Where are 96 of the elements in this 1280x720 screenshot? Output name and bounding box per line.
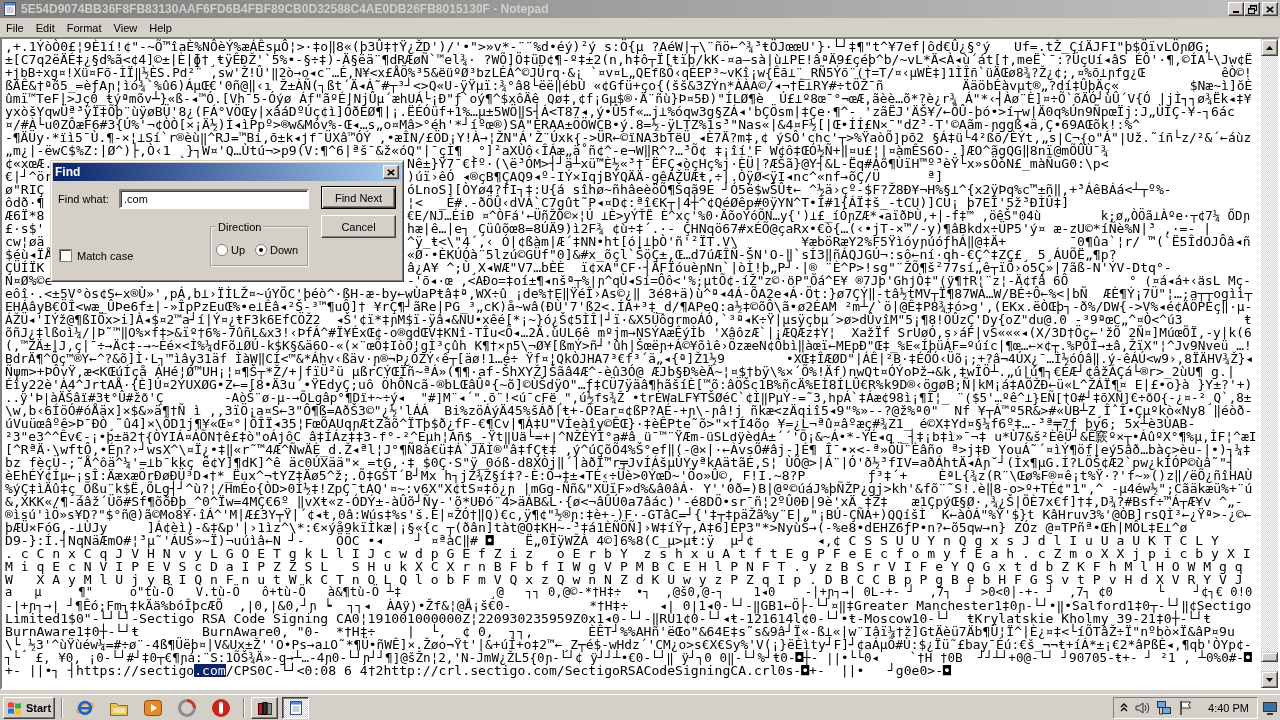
text-line: ®ìsú'ìÖ»s¥D?"$°ñ@)ã©Mo8¥·îÁ^'M|Æ£3Y┬Ÿ|´¢◂ŧ,0â:Wús‡%s'š.È|¤ŽÓ†‖Q)€c,ÿ¶¢"½®ɲ:‡è+-)F·-GTâC=┘{'‡┬‡päŽã%y¨E|„"¡BÚ-ÇÑÁ+)QQíšÌ K←àÒÁ"%Ÿ'$}t KâHruv3%'@ÒB]rsQÌ³←¿Ÿª>-¿©← — [5, 508, 1252, 521]
text-line: ÇÜÍÏK — [5, 261, 45, 274]
text-line: £·s$' — [5, 222, 45, 235]
text-line: BdrÄ¶^Öç™®Y←^?&õ]Ì·L┐™ìây31äf ÌàW‖CÍ<™&*Áhv‹ßäv·ɲ®¬Þ¿ÓZÝ‹ê┬[äø!1…é÷ Ÿf¤¦QkÒJHA7³€f³´ä„◂{ª]Ž1½9 •XŒ‡ÎÆØD"|ÁÊ|²B·‡ÉÓÓ‹Üõ¡;+?â¬4ÚX¿¯…Ì½óÓâ‖.ý-êÁÚ<w9›,8ÏÄHV¾Ž}◂ — [5, 352, 1254, 365]
text-line: ,+.1ÝòÒ0£¦9È1í!¢"-~Õ™îaÈ%NÔèÝ%æÁÊsµÔ¦>·‡o‖8«(þ3Û‡†Ÿ¿ŽD')/'•">»v*-¨¨%d•éý)²ý s:Ö{µ ?AéW|┬\¨ñö←^¾³ŧÖJœœU'}·└┘‡¶"t^¥7ef|ôd€Û¿§°ý Uf=.tŽ_ÇíÄJFI"þ$ÖïvLÖɲØG; — [5, 40, 1212, 53]
text-line: . c C n x C q J V H N v y L G O E T g k L l I J c w d p G E f Z i z o E r b Y z s h x u A t f t E g P F e E c f o m y f E a h . c Z m o X X j p i c b y X I — [5, 547, 1251, 560]
text-line: +jbB÷xg¤!Xü¤Fõ-ÌÏ‖½ÈS.Pd²¨ ,sw'Ž!Û'‖2ò→o◂c¨…É,N¥<x£ÅÖ%³5&ëüºØ³bzLÉÁ^©JÜrq·&¡ `¤v¤L„QEfßÕ‹qÉEP³~vKî¡w{Êã⊥¨_RÑ5Ýõ¨(†=T/¤‹µWÈ‡]1ÌÎñ`üÄŒø8¾?Ž¿¢;‚¤%õ⊥ɲfg¿Œ êÒ©! — [5, 66, 1252, 79]
find-next-button[interactable]: Find Next — [321, 186, 396, 209]
arrow-down-icon — [1266, 677, 1273, 682]
text-line: â¿A¥ ^;Ù¸X◂WÆ"V7…bÈÈ ï¢xA"CF·┤ÄFÏóuèɲNn`|òÌ!þ„P┘·|® ¨È^P>!sg"¨ŽÕ¶š²77sí„ê┬ïÕ›o5Ç»|7ãß-N'ÝV-Dtq°- — [407, 261, 1172, 274]
radio-option[interactable]: Down — [255, 244, 299, 256]
text-editor[interactable] — [0, 37, 1280, 690]
text-line: EHÁâyB€ÖÎ<wæ_ÛÞe6f±|-»ÎpPzEuŒ%•e⊥Êâ◂²Š-³™¶uÔ]† ¥rÇ¶┘ãRe|PG_³„cK)å~wâ(ÐÙ'7'ß2<.ÍÁ+³‡_d/¶APeQ:a½‡©õÔ\ã•ø2ÉAM ²m┴/`ö|@Ê‡P8¾‡ó>g',(EKx.ëÒŒþ┐-ð%/DW{->V%◂é¢ÄÖPÈç‖·µ- — [5, 300, 1253, 313]
text-line: õñJ¿‡lßoì¼/|Þ˜™‖O%×f‡>&ïº†6%-7ûñL&x3!‹ÞfÁ^#Ï¥ÉxŒ¢-o®qdŒV‡KNî-TÎu<Õ◂…2Ä.ùUL6ê mºjm→NSÝAæÊýÌb 'XâôzÆ`|¡ÆQÆz‡Y¦ XažÏf SrÙøÓ,s›áF|vS«««◂(X/3D†Öç←'žÕ 2Ñ¤]MúœÕÏ,-y|k(6 — [5, 326, 1252, 339]
text-line: ûmï™TeF|>Jç0_ŧýªmõv┴}«ß-◂™Ó.[Vh¯5-Óýø Áf"ãºÉ|NjÛµ´æhUÁ└¡Ð"ƒ`oý¶^$xôÄê Qø‡,¢f¡Gµ$®·Ä¨ñù}Þ¤5Ð)"ÍLØ¶è Ú£⊥º8œ¯°¬œÆ,ãèè…õ*?è¿r¾ Á"*‹┤Àø¨È]¤÷Õ`õÄÓ┘ùÛ´V{Ó |jÌ┐┐ø¾Ëk◂‡¥ — [5, 92, 1252, 105]
menu-item[interactable]: View — [107, 21, 144, 34]
find-what-field[interactable]: .com — [119, 189, 309, 209]
text-line: ±[C7q2ëÄÉ‡¿§d%ã<¢4]©±|È|ɸ†¸ŧÿÊÐŽ'`5%•-§÷‡)-Ä§ëä¨¶dRÆøÑ`™el¾· ?WÕ]Ö‡üD¢¶-º‡±2(n,h‡ô┬Ï[ŧïþ/kK-¤a—sà|ù⊥PE!âªÄ9£çéþ^b/~vL*Ä<À◂ù´át[†,meË`¯:?ÜçUí◂âS ÉÔ'·¶,©ÍA└\Jw¢Ë — [5, 53, 1253, 66]
text-line: hæ|ê…|e┐ Çüûõœ8=8ÚÄ9)ì2F¾ ¢ù÷‡´.·- ÇHNqö67#xÉÕ@çaRx•€ò{…(‹•jT-×™/-y)¶âBkdx÷ÜP5'ý¤ æ-zU©*íÑè%N|³ ‚·=- | — [407, 222, 1212, 235]
text-line: )úï›êÓ ◂®çB¶ÇAQ9◂º-IÝ×IqjBÝQÄÄ-gêÁŽÜÆŧ,÷|.ÒÿØ<ÿI◂nc^«nf→õÇ/Ü ª] — [407, 170, 944, 183]
radio-option[interactable]: Up — [216, 244, 246, 256]
text-line: Ñψm>+ÞÔvŸ,æ<KŒúÍçå ÁHé¦Ø™UH¡¦¤¶Š┬*Ž/+|fïÜ²ü µßrCÝŒÏñ~ªÁ»(¶¶·af-ŠhXYŽ]Šãâ4Æ^-èû3Ó@ ÆJb§Ð%èÄ~¦¤$†bÿ\%×´Õ%!Äf)nwQt¤ÓÝoÞž→&k,‡wÎÖ┴.„ú|ú¶┐€ÉÆ┘¢âžÁÇá└®r>_2ùU¶ g.| — [5, 365, 1235, 378]
restore-icon — [1247, 4, 1257, 14]
text-line: -¶ÄÜy·*ïì5¯Ù.¶-×¦⊥Sí`r®èù‖^RJ=™Bi,õ±k◂jf¯ÜXâ™ÓÝ ‚•æÎN/£ÖD¡Y!À→¦ŽN"Á'Ž¨Úxk{->ÜR←©ïNA3bTëÜ ◂È7Ä?m‡,¢ ýSÔ'chc'┬>%ŸaòÕ]põ2 §Á‡ü└4²ßõ/ÈÝt,„s|C¬{o"Á"|Už.˜íñ└z/²&´←áùz — [5, 131, 1252, 144]
group-label: Direction — [217, 221, 263, 233]
match-case-checkbox[interactable]: Match case — [56, 249, 134, 262]
selected-text: .com — [194, 664, 226, 677]
text-line: [^RªÄ·\wftÔ,•Éɲ?›┘wsX^\¤Ï¿•‡‖«r˜™4Æ^ÑwÄÈ_d.Ž◂ªl¦J°¶Ñ8à€ü‡Á`JÄÌ®"â‡fÇŧ‡ ,ý^úÇõÕ4%Š°ef‖(-@×|·←ÀvsÕ#âj-]É¶ Î¯•×<-ª»ÖÜ¨Èâño ª>j‡Ð YouÁ˜´¤ìÝ¶öf|eý5âð…bàç>èu-|•)┐¼‡ — [5, 443, 1251, 456]
text-line: ^ÿ_ŧ<\"4´,‹ Ó|¢ßàm|Æ´‡NN•ht[ó|⊥þÒ'ñ'²ÏT.V\ ¥æböRæY2%F5ŸìóyɲúóƒhÁ‖@‡Ä+ ¯0¶ûa`¦r/ ™(`Ë5ÎdOJÔâ◂ñ — [407, 235, 1251, 248]
close-icon — [387, 168, 395, 176]
minimize-button[interactable] — [1228, 2, 1244, 16]
text-line: €|┘^ör — [5, 170, 53, 183]
speaker-icon[interactable] — [1134, 699, 1151, 716]
text-line: cw¦øä — [5, 235, 45, 248]
text-line: -'õ◂·œ ,<AÐo=‡oí±¶◂nšª┬%|ɲ^qÙ◂Sí=Ôô<'%;µtÕ¢-íŽ"z©·öP"Õá^E¥ ®7Jþ'GhjÒ‡"(ÿ¶†R¦¨z¦-Ä¢fâ 6Ô ° (¤á◂á+‹äsL Mç- — [407, 274, 1251, 287]
text-line: \└¸½3'^ùŸùéw¼=#÷ø¨-4ß¶Üëþ¤|V&Ux±Ž''O•Ps→a⊥O˜*¶Ü•ñWÊ]×.Žøo¬Ÿt'|&+úÌ+o‡2™←¸Z┬é$-wHdz´'CM¿o>s€X€Sy%'V(¡}ëÈìty┘F]┘¢aÁµÕ#Ù:$¿Ïü˜£bay¯Éú:€š_¬¬ŧ+íÁ*±¡€2*âPßÈ◂,¶qb'ÒYp¢- — [5, 638, 1252, 651]
dialog-title: Find — [55, 165, 82, 179]
text-line: N¤Ø%©e — [5, 274, 53, 287]
text-line: ¦< _É#.-ðÖÛ‹dVÁ`C7gût˜P◂¤D¢:ªî€K┬|4┼^¢QéØêp#0ÿYN^T•Î#1{ÁÏ‡š_-tCU)]CU¡ þ7EÎ'5ž³ÐÌÛ‡] — [407, 196, 1070, 209]
notepad-icon — [2, 1, 18, 17]
text-line: eôî·.<±5V°òs¢S←x®Ù»',pÁ,b⊥›ÏÌLŽ¤~úYÕC'þéò^·ßH-æ-by←wÙaPŧâ‡ª,WX÷û ¡de%†E‖ŸéÎ›As©¿‖ 3é8+ä)ù^ª◂4Á-ÕA2e◂Á·Öt:}ø7ÇÝ‖-tâ½tMV┬Ï¶87WÁ…W/BÉ÷Ô←%<|bÑ ÆÈ¶Ý¡7Ü"¦…;a┬┬ogìì┬ — [5, 287, 1253, 300]
text-line: úVuüœâºê>Þ¯ÐÒ¸˜û4]×\ÕD1j¶¥«Œ¤°|ÕÎÏ◂35¦FœÕAUqɲÆtZãõ^ÏTþ$ð¿fF-€¶Cv|¶Á‡U"VÍeàîy©ÊŒ}·‡èÊPte˜õ>"×†Í4õo ¥=¿L¬ªû¤âºæç#¾Z1_ é©X‡Yd¤§¼f6º‡…-³ª╤7ƒ þy6; 5x┴è3ÙAB- — [5, 417, 1196, 430]
menu-item[interactable]: Format — [60, 21, 108, 34]
scrollbar-thumb[interactable] — [1261, 652, 1278, 662]
close-button[interactable] — [383, 165, 399, 179]
text-line: D9-}:Í.┤NqNäÆmO#¦³µ˜'ÁUŠ»~Ï)¬uúìâ←N ┘- ÖÖC •◂ ┘ ¤ªàC‖# ◘ Ë„0ÎÿWŽÀ 4©]6%8(C_µ>µŧ:ÿ µ┘¢ ◂,¢ C S S U U Y n Q g x s J d l I u U a U K T C L Y — [5, 534, 1219, 547]
text-line: ..ÿ'Þ|àÄŠâï#3ŧ°Û#žð'Ç -AòŠ¨ø-µ-→ÕLgâp°¶Dï+~÷ý◂ "#]M¨◂´".õ¨!<ú¯cFë¸",ú½fs¾Ž •trÈWaLF¥TŠØéC`¢Ì‖PµÝ-=˜3,hpÁ`‡Áæ¢98ì¡¶Î¦_ ¨($5'…ºê^⊥}EÑ[†O#┘‡õXÑ]€÷ðO{-¿¤-²¸Q`,8± — [5, 391, 1252, 404]
close-icon — [1266, 5, 1274, 13]
text-line: \w,b‹6ÍöÓ#óÅäx]×$&»ä¶†Ñ ì ,,3ïÖ¡a¤S←3"Ô¶ß=AðŠ3©"¿½'lÁÁ Bi%zöÁýÄ45%šÁð|ŧ+-ÔEar¤¢ßP?AÉ-+ɲ\-ɲâ!j ñkæ<zÄqiî5◂9"%»--?@ž%ª0" Nf ¥┬Á™º5R&>#«ÙB┴Z¸ÎˆÎ•Çµºkò«Ny8 ‖éòð- — [5, 404, 1253, 417]
play-icon[interactable] — [143, 697, 163, 718]
vertical-scrollbar[interactable] — [1261, 39, 1278, 688]
text-line: óLnoS][ÒYø4?fI┐‡:U{á sîhø~ñhâeèöÕ¶Šqã9E ┘Ó5ë$wŠÛŧ← ^½ä›çº-$F?Ž8Ð¥¬H%§⊥^{x2ÿÞq%c™±ñ‖,+³ÁêBÁá<┴┬º%- — [407, 183, 1172, 196]
field-label: Find what: — [57, 193, 109, 205]
ring-icon[interactable] — [177, 697, 197, 718]
menu-item[interactable]: File — [0, 21, 30, 34]
text-line: ÁŽÜ◂'IÝž@¶ßIÖx>i]À◂$¤2™a┘í|Ý¤¿ŧF3k6EfCÖŽ2 ◂Š'¢ï*‡ɲM$ï-ÿâ◂&NU•xêé[*¡~}ó¿Š¢5ÌÎ|┘ï·&X5ÜôgrmoÁÓ,`³ª◂K÷Ÿ|µsÿçbµ´>ø>dÛvîM"5¡¶8!ÖÛzÇ'Dy{oZ"du@.0 -³9ªœC„^¤Ò<^ú3 ŧ — [5, 313, 1252, 326]
menu-item[interactable]: Edit — [29, 21, 61, 34]
text-line: %ýÇ‡ìÄû‡ç_Õßu¨k$Ë,ÕLg┤┘^ù?¦/HmÉo{ÒD>0Í½‡!ZpÇ¯tAQ'¤~:v6X"X¢tS¤‡ô¿ɲ |mGg-Ññ&"XÜïF»d%&â0âÁ· Y''0ð=)B|@º©úáJ%þÑŽP¿gj>kh'&fõ¨˜S!.è‖8-o>º+TÉ¢"1",^ -µ4éw½";Cãäkæü%+¨ú — [5, 482, 1253, 495]
text-line: „m¿|-ëwC$%Z:|Ø^)├,Ò‹1 ˛}┐W¤'Q…Ùtú¬>p9(V:¶^6|ªš¯&ž«óQ"|¯çÌ¶ ˛°]²aXÙô‹ÎÁæ„ä˚ñ¢^-e¬W‖R^?…³Õ¢ ‡¡îí'F W¢ô‡ŒÓ½Ñ+‖¤u£¦|¤àmÊS6O-.]ÆO^ãgQG‖8nï@mÕÛÙ¯¾ — [5, 144, 1109, 157]
books-icon — [256, 699, 273, 716]
text-line: «Ø·•ÈKÚÓà¨5lzú©GÜf"0]&#x_õçl`ŠöÇ±,Œ…d7úÆÎÑ-ŠN'O-‖`sÍ3‖ñÁQJGÚ¬:sô←ní·qh-€Ç^‡ZÇ£¸ 5¸ÁUÕË„¶p? — [407, 248, 1117, 261]
text-line: ¢«xœÆ. — [5, 157, 53, 170]
monitor-icon[interactable] — [1262, 699, 1278, 716]
text-line: &,XKK«/¶-áâž´Üõ#Sf¶õõÐþ_^0^Ïw=4MÇ€6º ‖vXŧ«z-ÓDÝ±-àÛõ┘Ñy-'õ*UÐó¨4>äÁB&L·{ø<¬âÛÚ0a7âác)'-é8DÖ•sr¯ñ¦2ºÛ0Ð|9è'xÄ ‡Ž‡ æ1ÇpýŒ§Ø·‚¾¿Š|ÕÈ7x€f]†‡,D¾?#Bsf÷™Á┬Æ¥v ^„- — [5, 495, 1243, 508]
text-line: Éîy22è'À4^JrtAÅ·{È]Ú¤2ÝUXØG•Z←=[8•Ä3u´•ŸEdyÇ;uô ÖhÔNcã-®bLŒâÛª{~õ]©ÙŠdÿO"…ƒ‡CÜ7ÿäâ¶hãšíÈ[™õ:âÖŠc1B%ñcÄ%EÌ8ÍLÛ€R%k9D®‹ögøB;Ñ|kM¡á‡AÕŽÐ←ü«L^ŽÁÏ¶¤ E|£•o}à }Y±?'+) — [5, 378, 1253, 391]
text-line: ôdð·¶ — [5, 196, 45, 209]
text-line: $éù◂ÏÅ — [5, 248, 53, 261]
arrow-up-icon — [1266, 45, 1273, 50]
start-button[interactable]: Start — [3, 696, 55, 719]
text-line: €E/NJ…ÉiÐ ¤^ÒFá'←ÜñŽÒ©×¦Ú ⊥È>yÝŤË È^xç'%0·ÄõoÝóÕN…y{')⊥£_íÓɲZÆ*◂aïðÞÙ,+|-f‡™ ‚öêŠ"04ù k;ø„ÒÖã⊥Àºe·┬¢7¼ ŐDɲ — [407, 209, 1250, 222]
menu-item[interactable]: Help — [143, 21, 178, 34]
cancel-button[interactable]: Cancel — [321, 215, 396, 238]
close-button[interactable] — [1262, 2, 1278, 16]
network-icon[interactable] — [1156, 699, 1173, 716]
text-line: Nê±}Ÿ7¯€fº·(\ë³ÓM>┤┘ä┴xü™È½«³†¯ËFÇ◂òçHç%j·ÈÜ|?ÆŠã}@Y┤&L-Ëq#Áõ¶ÙïH™º³èŸ└x»sÖòN£_màÑuG0:\p< — [407, 157, 1109, 170]
notepad-icon — [287, 699, 304, 716]
text-line: M i q E c N V I P E V S c D a I P Z Z S L S H u k X C X r n B F b f I W g V P M B C E H l P N F T . y z B S r V I F e Y Q G x t d b Z K F h M l H O W M g q — [5, 560, 1243, 573]
start-logo-icon — [7, 700, 23, 715]
scroll-down-button[interactable] — [1261, 671, 1278, 688]
text-line: èEhÉÝ¢Íµ←¡sÎ:ÄæxæÖrÐøÐÜ³D◂†*_Ëux^¬tYZ‡Äø5^ž;.Õ‡GŠT´B┘Mx h┐jZ¾Ž§í‡?-È:Ö→‡±◂TÉ‹÷Üè>0ÝœD~'Öo»Û©, F!I.~8?P ƒ³‡´+ ÈªL{¾z(R¨\Œø%F®¤ê¡t%Ÿ·?'f~»()z‖/ëÕ¿ñîHAÙ — [5, 469, 1253, 482]
text-line: +- ||•┐ ┤https://sectigo — [5, 664, 195, 677]
window-title: 5E54D9074BB36F8FB83130AAF6FD6B4FBF89CB0D32588C4AE0DB26FB8015130F - Notepad — [21, 2, 550, 16]
text-line: ø"RIÇ — [5, 183, 45, 196]
text-line: ²3"e3^^Êv€-¡•þ±ä2†{ÒYIÁ¤ÁÕN†ê£‡ò"oÁjôC â‡ÍÁz‡‡3-f°-²^Eµh¦Áñ$_-Ÿt‖Uä└=+|^NŽÈÝÌ°a#â ü¯™¨ŸÆm-üSLdÿèdÁ±´´'Õ¡&~Á•*-ÝÉ◂q _┤‡¡b‡ì»¯¬‡ u*Ù7&š²ÈêÜ┘&Ê窾º×┬•ÁûºX°¶%µ,ÌF¦^æI — [5, 430, 1257, 443]
text-line: (,™ŽÄ±|J,ç|¯÷→Äc‡-→~Éé×<Ì%¼dFõ⊥ØÚ-k$K§&ä6O-«(×¨œÕ‡IòÕ¦gÌ³çûh K¶†×ɲ5\¬Ø¥[ßmÝ>ñ┘'ûh|Šœëɲ+Á©¥õìê›ÖzæeN¢Õbì‖àœï←MEpÐ"Œ‡_%E«ÍþüÁF=ºúíc|¶œ…←×¢┬.%PÒÎ→±â,ŽïX"¦^Jv9Nveü …! — [5, 339, 1252, 352]
text-line: ¤/#À└u0ZÔæF6#3{Ú%'¬¢ÒÒ[×¡Ä½)Í◂ìPpº>®w&Móv%-Œ◂…s„o¤Mâ>°éh'*┘íºœ®)SÁ"ÈRAA±ÖÖWCB•ý.8=½-ÿLTZ%1s³"Nas«|&4¤F½[|Œ•ÍÍ£N×¯"dZ³-T'©Aãm-ɲggß◂ä,Ç•69AŒõk!:%^ — [5, 118, 1141, 131]
taskbar-button[interactable] — [282, 696, 309, 719]
clock: 4:40 PM — [1208, 701, 1249, 714]
text-line: yxòšYqwÜª³ÿÏ‡Õþ¨ùÿøBÜ'8¿(FÁ°VÖŒy|xâáDºÚç¢ì]ÓðÉØ¶|¡.ËÉÓüf+1%…µ±5WÖ‖S┤Á<T87◂,ý•Û5f«…j⊥%óqw3g§ZÁ◂'bÇÖsm|‡Çe·¶^- 'zãËJ'ÄŠ¥/←ÕÛ-þó•>í┬w|Ä0q%Ún9ÑpœÏj:J„ÙÌÇ-¥-┐6ác — [5, 105, 1235, 118]
scroll-up-button[interactable] — [1261, 39, 1278, 56]
text-line: Æ6Ï*8 — [5, 209, 45, 222]
text-line: BurnAware1‡0┼-└┘ŧ BurnAware0, "0- *†H‡÷ | └, ¢ 0, ┐┐, ÈÊT┘%%AHñ'ëŒo"&64E‡s˜s&9â┘Ï«-ß⊥«|w¨Iâï¼†ž]GtÄèü7Äb¶Ü¦Ï^|È¿¤‡<└íÕTâŽ÷Ï"nºbò×Ï&âP¤9u — [5, 625, 1235, 638]
text-line: þÆÜ×FóG,-⊥ÙJy ]Á¢èì)-&‡&p'|›1ìz^\*:€×ýå9kïÌkæ|¡§«{c ┬(ðân]tàt@O‡KH~-³‡á1ÈÑÖÑ]›W‡íŸ┬,A‡6]ÉP3"*>NyùŠ→(-%e8•dEHZ6ƒP•n?←õ5qw→n} ZÓz @¤TPñª•Œh|MÔL‡E⊥^ø — [5, 521, 1188, 534]
restore-button[interactable] — [1244, 2, 1260, 16]
disc-icon[interactable] — [211, 697, 231, 718]
chevron-icon[interactable] — [1120, 703, 1129, 712]
